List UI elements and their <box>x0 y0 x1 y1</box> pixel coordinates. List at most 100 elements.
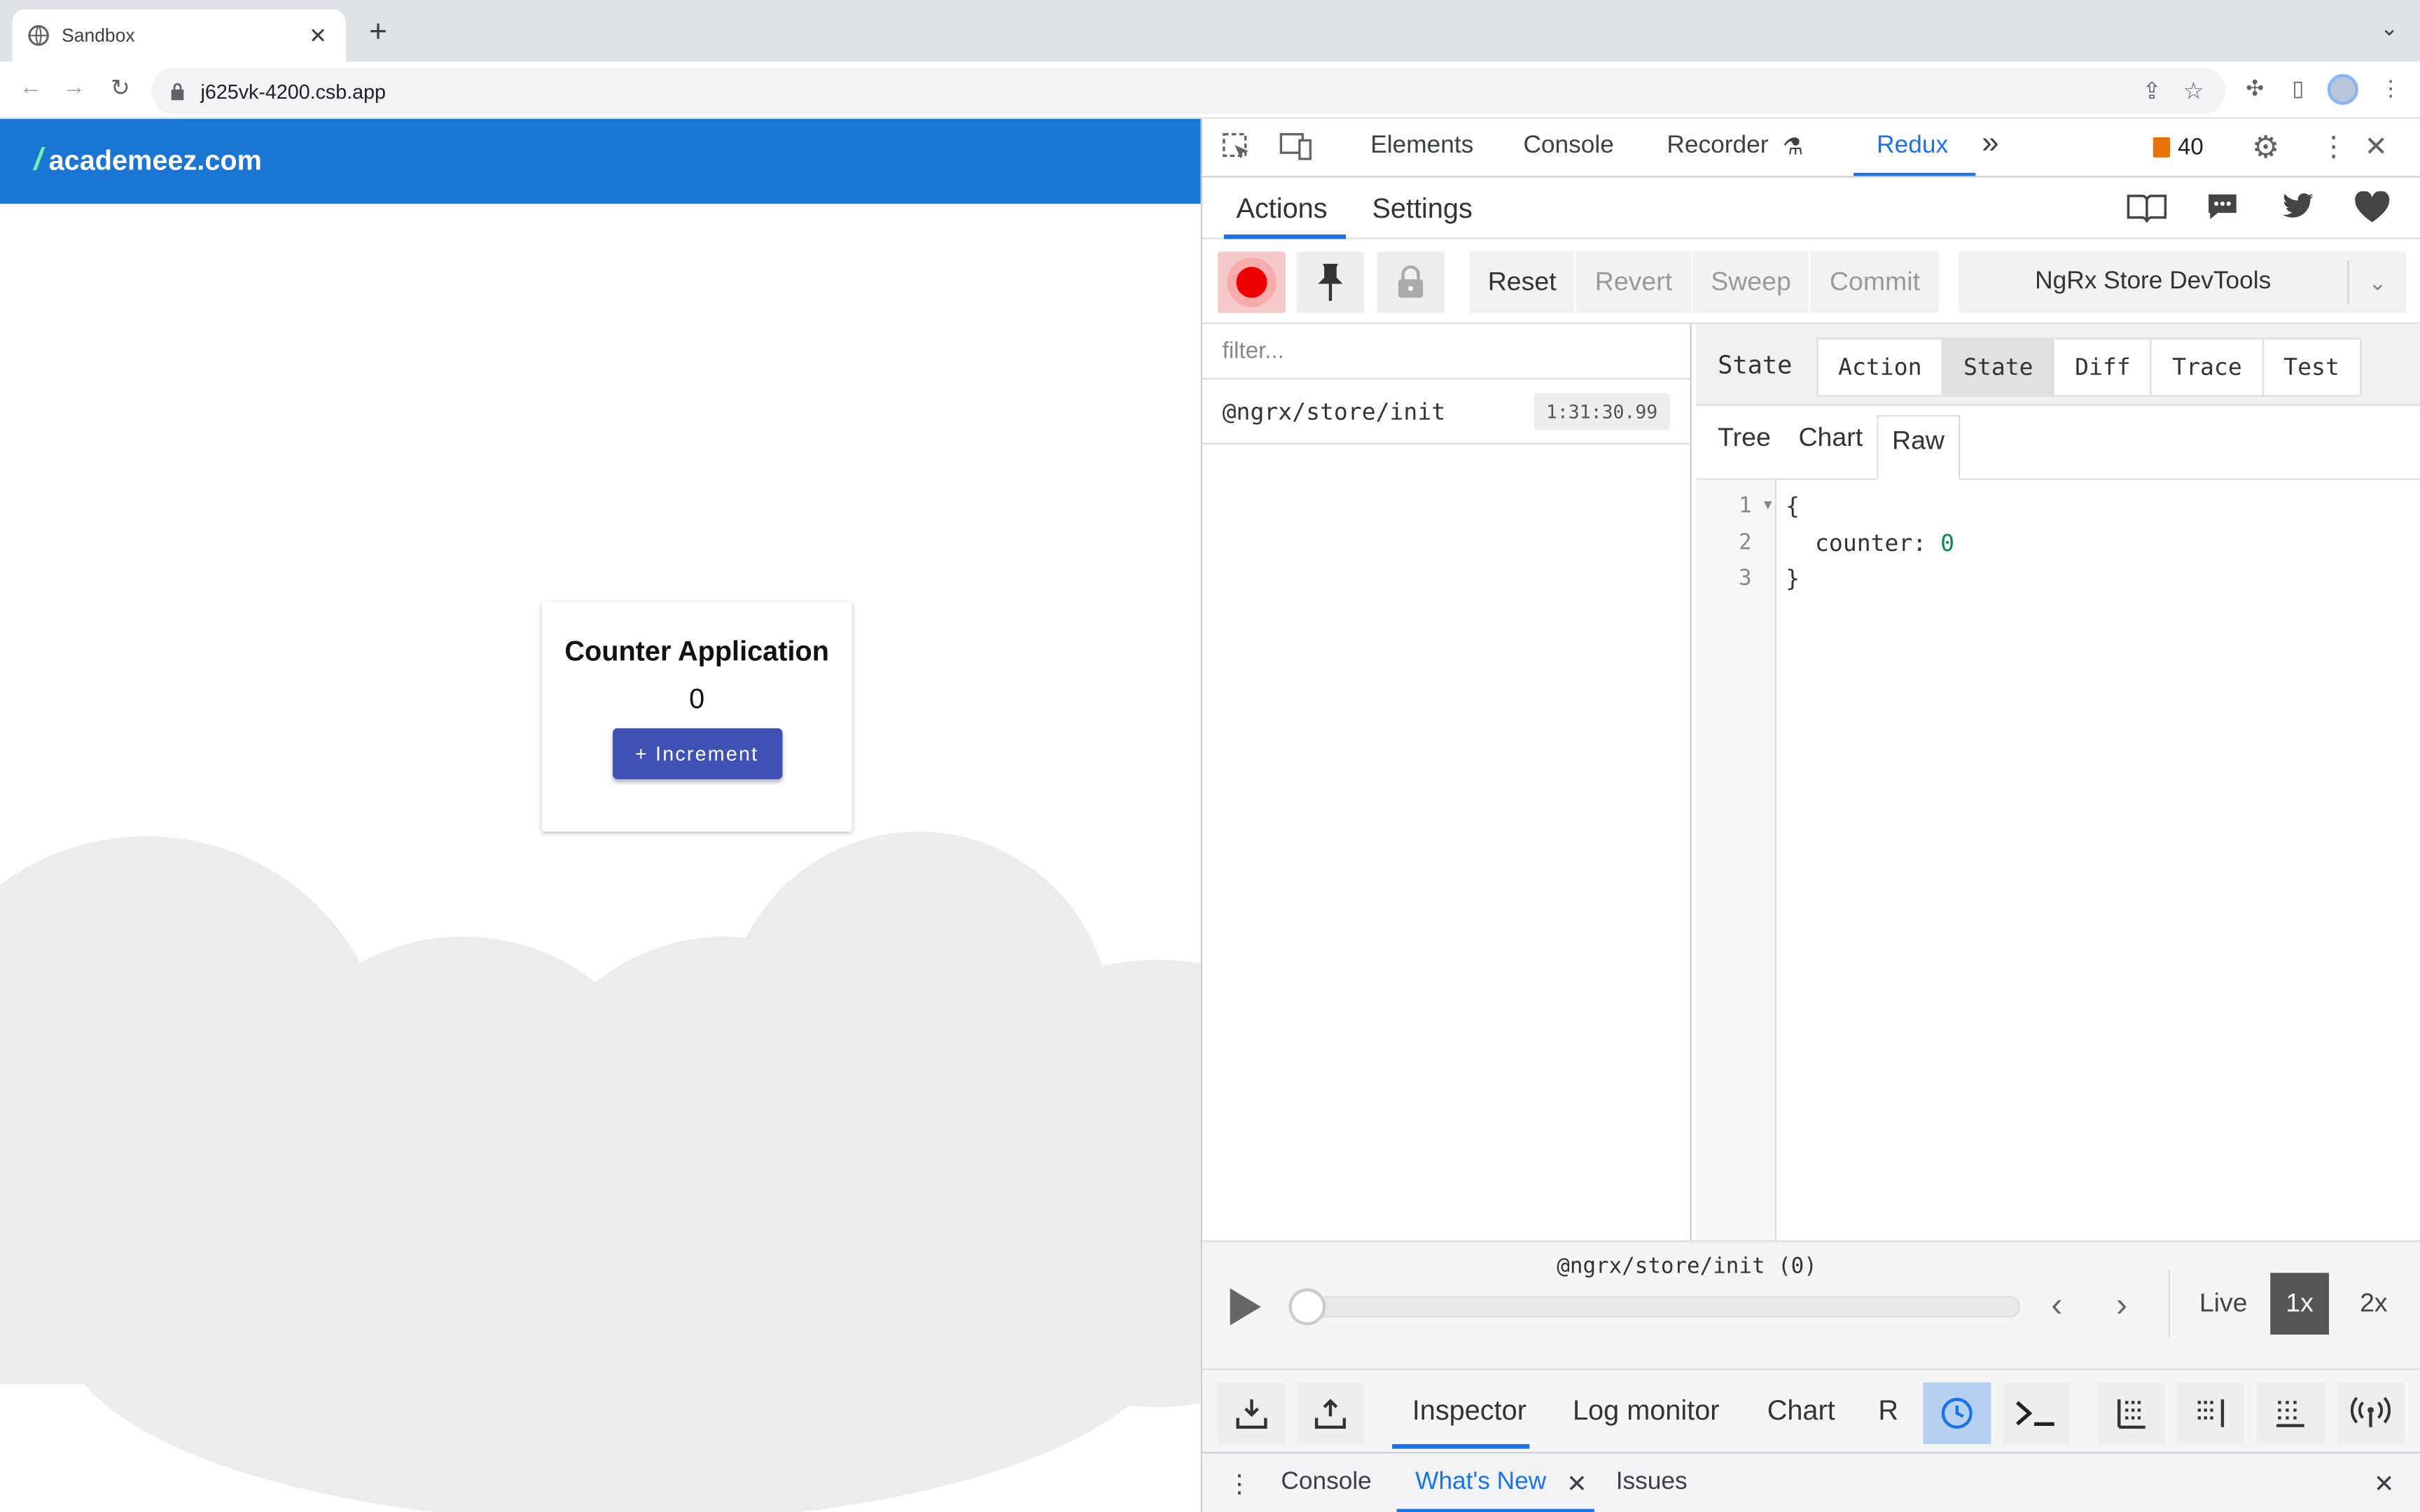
lock-button[interactable] <box>1377 251 1445 314</box>
devtools-tab-console[interactable]: Console <box>1523 133 1613 161</box>
raw-state-editor[interactable]: 1 ▼ 2 3 { counter: 0 } <box>1696 479 2420 1241</box>
drawer-tab-whats-new[interactable]: What's New <box>1415 1469 1546 1497</box>
timeline-track[interactable] <box>1295 1296 2021 1318</box>
broadcast-antenna-icon <box>2350 1396 2391 1427</box>
inspector-tab-state[interactable]: State <box>1943 339 2055 396</box>
increment-button[interactable]: + Increment <box>611 728 782 780</box>
terminal-prompt-icon <box>2016 1401 2054 1427</box>
sweep-button[interactable]: Sweep <box>1692 251 1811 314</box>
chevron-down-icon: ⌄ <box>2347 260 2406 304</box>
issues-counter[interactable]: 40 <box>2153 134 2204 160</box>
dock-bottom-button[interactable] <box>2256 1382 2325 1445</box>
inspector-tab-diff[interactable]: Diff <box>2054 339 2153 396</box>
timeline-thumb[interactable] <box>1288 1288 1326 1326</box>
devtools-menu-kebab-icon[interactable]: ⋮ <box>2320 131 2348 163</box>
view-tab-raw[interactable]: Raw <box>1876 414 1961 480</box>
share-icon[interactable]: ⇪ <box>2142 77 2162 104</box>
tab-close-icon[interactable]: ✕ <box>305 22 330 48</box>
code-line: counter: 0 <box>1815 529 1954 557</box>
commit-button[interactable]: Commit <box>1811 251 1940 314</box>
extensions-puzzle-icon[interactable]: ✣ <box>2241 76 2269 102</box>
close-drawer-tab-icon[interactable]: ✕ <box>1566 1469 1587 1499</box>
action-filter-input[interactable]: filter... <box>1202 324 1690 380</box>
revert-button[interactable]: Revert <box>1576 251 1692 314</box>
instance-select[interactable]: NgRx Store DevTools ⌄ <box>1959 251 2407 314</box>
pin-button[interactable] <box>1296 251 1365 314</box>
close-devtools-icon[interactable]: ✕ <box>2365 131 2388 163</box>
action-timestamp: 1:31:30.99 <box>1534 392 1670 430</box>
devtools-tab-redux[interactable]: Redux <box>1877 133 1948 161</box>
browser-tabstrip: Sandbox ✕ + ⌄ <box>0 0 2420 62</box>
devtools-tab-recorder[interactable]: Recorder <box>1667 133 1768 161</box>
import-button[interactable] <box>1218 1382 1286 1445</box>
devtools-tab-elements[interactable]: Elements <box>1370 133 1473 161</box>
redux-nav-settings[interactable]: Settings <box>1372 193 1472 225</box>
persist-button[interactable] <box>1923 1382 1991 1445</box>
play-icon[interactable] <box>1230 1288 1261 1326</box>
code-line: { <box>1786 492 1800 520</box>
browser-tab[interactable]: Sandbox ✕ <box>12 9 346 62</box>
bookmark-star-icon[interactable]: ☆ <box>2183 77 2204 104</box>
address-bar[interactable]: j625vk-4200.csb.app ⇪ ☆ <box>151 67 2226 115</box>
chevron-left-icon[interactable]: ‹ <box>2051 1285 2062 1325</box>
line-number: 3 <box>1739 566 1752 592</box>
back-arrow-icon[interactable]: ← <box>15 74 46 100</box>
open-book-icon[interactable] <box>2125 191 2169 225</box>
speed-2x[interactable]: 2x <box>2344 1273 2403 1334</box>
heart-icon[interactable] <box>2353 191 2391 223</box>
redux-toolbar: Reset Revert Sweep Commit NgRx Store Dev… <box>1202 239 2420 324</box>
divider <box>2168 1269 2170 1338</box>
drawer-tab-issues[interactable]: Issues <box>1616 1469 1688 1497</box>
slider-toggle-button[interactable] <box>2097 1382 2166 1445</box>
grid-right-icon <box>2197 1399 2225 1427</box>
new-tab-button[interactable]: + <box>361 15 395 51</box>
view-tab-chart[interactable]: Chart <box>1785 414 1877 479</box>
chat-bubble-icon[interactable] <box>2206 191 2239 222</box>
drawer-tab-console[interactable]: Console <box>1281 1469 1371 1497</box>
forward-arrow-icon[interactable]: → <box>59 74 90 100</box>
chevron-right-icon[interactable]: › <box>2116 1285 2127 1325</box>
browser-menu-kebab-icon[interactable]: ⋮ <box>2377 76 2405 102</box>
gear-icon[interactable]: ⚙ <box>2252 128 2280 167</box>
view-tab-tree[interactable]: Tree <box>1704 414 1784 479</box>
tab-search-chevron-icon[interactable]: ⌄ <box>2380 15 2398 41</box>
speed-1x[interactable]: 1x <box>2270 1273 2329 1335</box>
drawer-menu-kebab-icon[interactable]: ⋮ <box>1227 1469 1251 1499</box>
pin-icon <box>1318 263 1343 301</box>
browser-toolbar: ← → ↻ j625vk-4200.csb.app ⇪ ☆ ✣ ▯ ⋮ <box>0 62 2420 119</box>
reset-button[interactable]: Reset <box>1469 251 1577 314</box>
monitor-tab-rtk[interactable]: R <box>1878 1395 1898 1427</box>
record-button[interactable] <box>1218 251 1286 314</box>
code-line: } <box>1786 564 1800 593</box>
profile-avatar[interactable] <box>2327 74 2358 105</box>
flask-icon: ⚗ <box>1782 134 1804 161</box>
monitor-tab-chart[interactable]: Chart <box>1767 1395 1835 1427</box>
action-list-item[interactable]: @ngrx/store/init 1:31:30.99 <box>1202 379 1690 444</box>
side-panel-icon[interactable]: ▯ <box>2284 76 2312 102</box>
slider-caption: @ngrx/store/init (0) <box>1557 1254 1817 1280</box>
close-drawer-icon[interactable]: ✕ <box>2374 1469 2395 1499</box>
more-tabs-chevron-icon[interactable]: » <box>1982 127 1999 162</box>
twitter-bird-icon[interactable] <box>2281 191 2315 222</box>
inspector-tabs: Action State Diff Trace Test <box>1816 337 2361 397</box>
remote-button[interactable] <box>2337 1382 2405 1445</box>
brand-name[interactable]: academeez.com <box>49 145 262 177</box>
redux-nav-actions[interactable]: Actions <box>1236 193 1327 225</box>
inspect-element-icon[interactable] <box>1221 131 1251 162</box>
inspector-tab-action[interactable]: Action <box>1818 339 1944 396</box>
inspector-tab-trace[interactable]: Trace <box>2152 339 2264 396</box>
speed-live[interactable]: Live <box>2184 1273 2263 1334</box>
inspector-tab-test[interactable]: Test <box>2263 339 2360 396</box>
monitor-tab-log-monitor[interactable]: Log monitor <box>1573 1395 1720 1427</box>
active-tab-indicator <box>1854 172 1976 176</box>
dispatcher-button[interactable] <box>2001 1382 2070 1445</box>
inspector-header: State Action State Diff Trace Test <box>1696 323 2420 406</box>
monitor-tab-inspector[interactable]: Inspector <box>1412 1395 1527 1427</box>
export-button[interactable] <box>1296 1382 1365 1445</box>
reload-icon[interactable]: ↻ <box>105 74 136 102</box>
fold-arrow-icon[interactable]: ▼ <box>1761 497 1775 512</box>
monitor-tab-indicator <box>1392 1444 1530 1449</box>
tab-title: Sandbox <box>62 24 135 47</box>
dock-right-button[interactable] <box>2176 1382 2244 1445</box>
device-toolbar-icon[interactable] <box>1279 131 1313 162</box>
